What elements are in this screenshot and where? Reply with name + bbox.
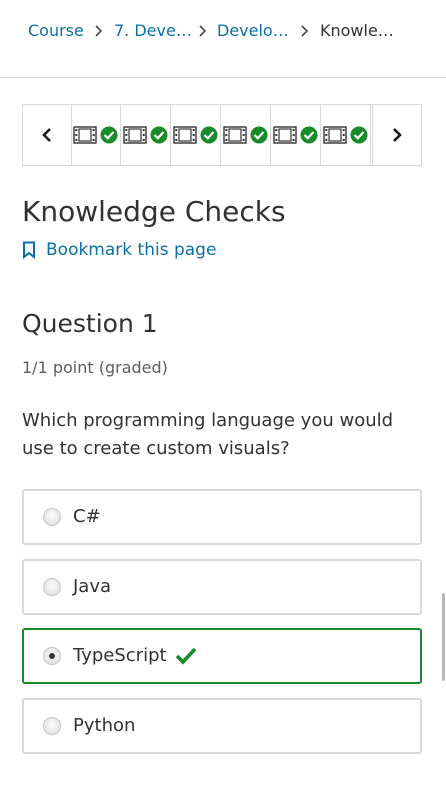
chevron-right-icon	[199, 25, 207, 37]
unit-tab[interactable]	[171, 105, 221, 165]
radio-button-selected[interactable]	[43, 647, 61, 665]
unit-tab[interactable]	[271, 105, 321, 165]
unit-tab[interactable]	[221, 105, 271, 165]
chevron-left-icon	[42, 128, 51, 142]
answer-option-csharp[interactable]: C#	[22, 489, 422, 545]
video-complete-icon	[73, 126, 118, 144]
answer-option-java[interactable]: Java	[22, 559, 422, 615]
radio-button[interactable]	[43, 508, 61, 526]
bookmark-icon	[23, 241, 35, 259]
question-title: Question 1	[22, 309, 158, 338]
unit-tab[interactable]	[321, 105, 371, 165]
next-unit-button[interactable]	[372, 105, 421, 165]
unit-tab[interactable]	[121, 105, 171, 165]
bookmark-button[interactable]: Bookmark this page	[22, 239, 216, 261]
breadcrumb-current: Knowle…	[320, 21, 394, 40]
breadcrumb: Course 7. Deve… Develo… Knowle…	[0, 0, 446, 78]
correct-check-icon	[175, 647, 196, 665]
sequence-navigation	[22, 104, 422, 166]
radio-button[interactable]	[43, 578, 61, 596]
answer-option-python[interactable]: Python	[22, 698, 422, 754]
video-complete-icon	[323, 126, 368, 144]
chevron-right-icon	[393, 128, 402, 142]
question-prompt: Which programming language you would use…	[22, 410, 394, 459]
breadcrumb-course-link[interactable]: Course	[28, 21, 84, 41]
video-complete-icon	[223, 126, 268, 144]
unit-tab[interactable]	[71, 105, 121, 165]
bookmark-label: Bookmark this page	[46, 240, 217, 260]
chevron-right-icon	[95, 25, 103, 37]
video-complete-icon	[123, 126, 168, 144]
video-complete-icon	[273, 126, 318, 144]
previous-unit-button[interactable]	[23, 105, 72, 165]
answer-label: Python	[73, 715, 136, 736]
breadcrumb-subsection-link[interactable]: Develo…	[217, 21, 289, 41]
answer-label: TypeScript	[73, 645, 167, 666]
question-points: 1/1 point (graded)	[22, 358, 168, 377]
radio-button[interactable]	[43, 717, 61, 735]
scrollbar[interactable]	[442, 593, 445, 681]
answer-label: C#	[73, 506, 101, 527]
answer-label: Java	[73, 576, 112, 597]
answer-option-typescript[interactable]: TypeScript	[22, 628, 422, 684]
chevron-right-icon	[301, 25, 309, 37]
breadcrumb-section-link[interactable]: 7. Deve…	[114, 21, 192, 41]
page-title: Knowledge Checks	[22, 195, 286, 228]
video-complete-icon	[173, 126, 218, 144]
